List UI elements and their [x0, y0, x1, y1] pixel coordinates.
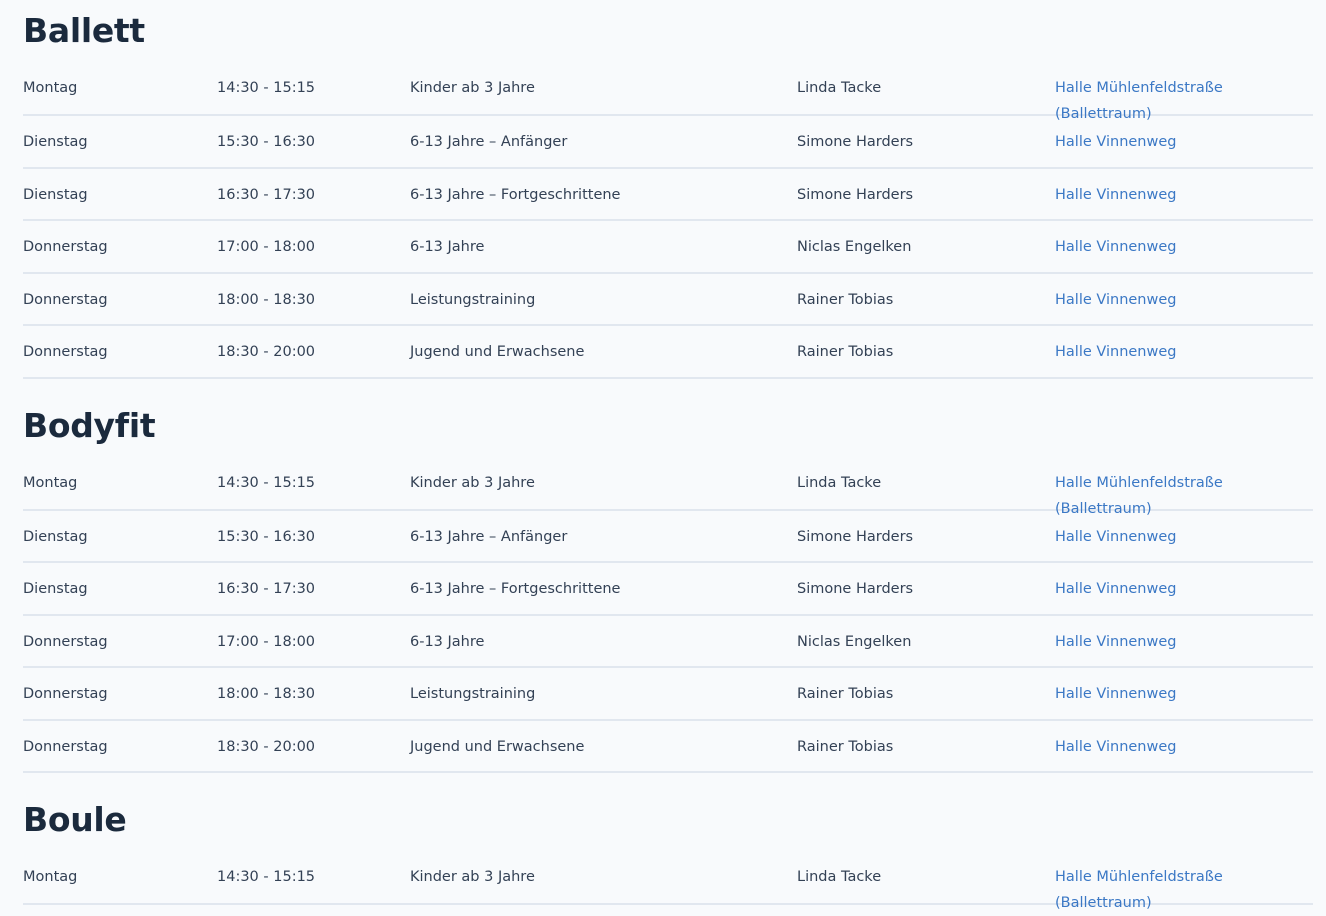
trainer-cell: Rainer Tobias — [797, 738, 894, 755]
time-cell: 18:30 - 20:00 — [217, 738, 316, 755]
time-cell: 16:30 - 17:30 — [217, 581, 316, 597]
trainer-cell: Simone Harders — [797, 186, 914, 203]
section-title: Boule — [23, 800, 127, 839]
trainer-cell: Rainer Tobias — [797, 291, 894, 308]
day-cell: Montag — [23, 80, 78, 96]
day-cell: Donnerstag — [23, 738, 108, 755]
day-cell: Montag — [23, 869, 78, 885]
group-cell: Leistungstraining — [410, 686, 536, 702]
location-link[interactable]: Halle Vinnenweg — [1055, 524, 1305, 562]
time-cell: 16:30 - 17:30 — [217, 186, 316, 203]
section-boule: Boule Montag 14:30 - 15:15 Kinder ab 3 J… — [23, 789, 1313, 911]
table-row: Dienstag 16:30 - 17:30 6-13 Jahre – Fort… — [23, 169, 1313, 221]
day-cell: Donnerstag — [23, 291, 108, 308]
time-cell: 15:30 - 16:30 — [217, 134, 316, 150]
trainer-cell: Rainer Tobias — [797, 344, 894, 360]
time-cell: 17:00 - 18:00 — [217, 239, 316, 255]
group-cell: 6-13 Jahre – Fortgeschrittene — [410, 581, 621, 597]
table-row: Montag 14:30 - 15:15 Kinder ab 3 Jahre L… — [23, 62, 1313, 122]
location-room[interactable]: (Ballettraum) — [1055, 890, 1305, 916]
group-cell: 6-13 Jahre — [410, 633, 485, 650]
location-link[interactable]: Halle Vinnenweg — [1055, 129, 1305, 167]
day-cell: Donnerstag — [23, 633, 108, 650]
time-cell: 15:30 - 16:30 — [217, 528, 316, 545]
trainer-cell: Niclas Engelken — [797, 633, 912, 650]
day-cell: Dienstag — [23, 134, 88, 150]
location-room[interactable]: (Ballettraum) — [1055, 496, 1305, 522]
location-link[interactable]: Halle Mühlenfeldstraße (Ballettraum) — [1055, 864, 1305, 911]
location-link[interactable]: Halle Vinnenweg — [1055, 681, 1305, 719]
time-cell: 18:30 - 20:00 — [217, 344, 316, 360]
day-cell: Dienstag — [23, 186, 88, 203]
trainer-cell: Rainer Tobias — [797, 686, 894, 702]
table-row: Montag 14:30 - 15:15 Kinder ab 3 Jahre L… — [23, 851, 1313, 911]
location-room[interactable]: (Ballettraum) — [1055, 101, 1305, 127]
table-row: Donnerstag 18:30 - 20:00 Jugend und Erwa… — [23, 326, 1313, 379]
location-link[interactable]: Halle Vinnenweg — [1055, 576, 1305, 614]
time-cell: 18:00 - 18:30 — [217, 686, 316, 702]
schedule-table: Montag 14:30 - 15:15 Kinder ab 3 Jahre L… — [23, 457, 1313, 773]
table-row: Donnerstag 18:30 - 20:00 Jugend und Erwa… — [23, 721, 1313, 773]
location-link[interactable]: Halle Vinnenweg — [1055, 287, 1305, 325]
group-cell: Jugend und Erwachsene — [410, 738, 585, 755]
trainer-cell: Simone Harders — [797, 134, 914, 150]
schedule-table: Montag 14:30 - 15:15 Kinder ab 3 Jahre L… — [23, 851, 1313, 911]
day-cell: Dienstag — [23, 581, 88, 597]
group-cell: 6-13 Jahre – Fortgeschrittene — [410, 186, 621, 203]
day-cell: Montag — [23, 474, 78, 491]
location-link[interactable]: Halle Vinnenweg — [1055, 339, 1305, 377]
time-cell: 14:30 - 15:15 — [217, 869, 316, 885]
location-link[interactable]: Halle Vinnenweg — [1055, 734, 1305, 772]
trainer-cell: Linda Tacke — [797, 869, 882, 885]
group-cell: 6-13 Jahre – Anfänger — [410, 528, 568, 545]
section-title: Ballett — [23, 11, 145, 50]
group-cell: Kinder ab 3 Jahre — [410, 869, 535, 885]
location-link[interactable]: Halle Vinnenweg — [1055, 234, 1305, 272]
group-cell: Kinder ab 3 Jahre — [410, 474, 535, 491]
location-link[interactable]: Halle Mühlenfeldstraße (Ballettraum) — [1055, 75, 1305, 122]
time-cell: 14:30 - 15:15 — [217, 80, 316, 96]
time-cell: 17:00 - 18:00 — [217, 633, 316, 650]
trainer-cell: Linda Tacke — [797, 474, 882, 491]
location-name[interactable]: Halle Mühlenfeldstraße — [1055, 75, 1305, 101]
group-cell: Jugend und Erwachsene — [410, 344, 585, 360]
table-row: Donnerstag 17:00 - 18:00 6-13 Jahre Nicl… — [23, 221, 1313, 274]
group-cell: 6-13 Jahre — [410, 239, 485, 255]
group-cell: Kinder ab 3 Jahre — [410, 80, 535, 96]
page: Ballett Montag 14:30 - 15:15 Kinder ab 3… — [0, 0, 1326, 911]
day-cell: Donnerstag — [23, 239, 108, 255]
day-cell: Donnerstag — [23, 344, 108, 360]
schedule-table: Montag 14:30 - 15:15 Kinder ab 3 Jahre L… — [23, 62, 1313, 379]
table-row: Montag 14:30 - 15:15 Kinder ab 3 Jahre L… — [23, 457, 1313, 517]
day-cell: Dienstag — [23, 528, 88, 545]
table-row: Dienstag 16:30 - 17:30 6-13 Jahre – Fort… — [23, 563, 1313, 616]
table-row: Donnerstag 18:00 - 18:30 Leistungstraini… — [23, 668, 1313, 721]
time-cell: 18:00 - 18:30 — [217, 291, 316, 308]
location-name[interactable]: Halle Mühlenfeldstraße — [1055, 864, 1305, 890]
group-cell: 6-13 Jahre – Anfänger — [410, 134, 568, 150]
trainer-cell: Simone Harders — [797, 528, 914, 545]
location-name[interactable]: Halle Mühlenfeldstraße — [1055, 470, 1305, 496]
group-cell: Leistungstraining — [410, 291, 536, 308]
section-ballett: Ballett Montag 14:30 - 15:15 Kinder ab 3… — [23, 0, 1313, 379]
day-cell: Donnerstag — [23, 686, 108, 702]
time-cell: 14:30 - 15:15 — [217, 474, 316, 491]
location-link[interactable]: Halle Mühlenfeldstraße (Ballettraum) — [1055, 470, 1305, 517]
location-link[interactable]: Halle Vinnenweg — [1055, 182, 1305, 220]
table-row: Donnerstag 18:00 - 18:30 Leistungstraini… — [23, 274, 1313, 326]
table-row: Donnerstag 17:00 - 18:00 6-13 Jahre Nicl… — [23, 616, 1313, 668]
trainer-cell: Simone Harders — [797, 581, 914, 597]
trainer-cell: Niclas Engelken — [797, 239, 912, 255]
section-title: Bodyfit — [23, 405, 156, 445]
location-link[interactable]: Halle Vinnenweg — [1055, 629, 1305, 667]
trainer-cell: Linda Tacke — [797, 80, 882, 96]
section-bodyfit: Bodyfit Montag 14:30 - 15:15 Kinder ab 3… — [23, 395, 1313, 773]
